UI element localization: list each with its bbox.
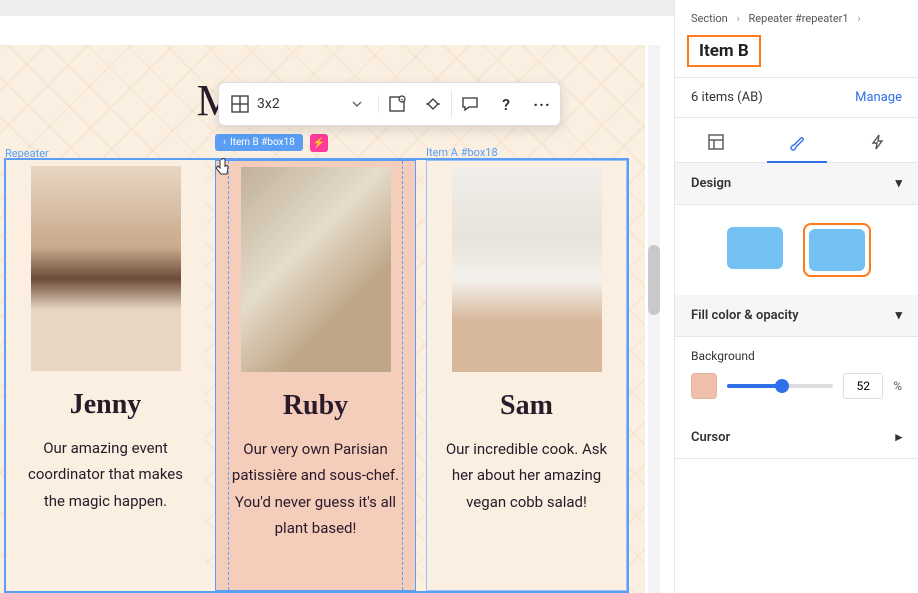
chevron-right-icon: ›	[857, 12, 860, 25]
grid-icon	[231, 95, 249, 113]
card-name: Sam	[500, 390, 553, 422]
photo-sam	[452, 167, 602, 372]
accordion-cursor[interactable]: Cursor ▸	[675, 417, 918, 459]
design-swatch-b[interactable]	[803, 223, 871, 277]
repeater-grid[interactable]: Jenny Our amazing event coordinator that…	[4, 158, 629, 593]
floating-toolbar: 3x2 + ? ···	[218, 82, 561, 126]
breadcrumb[interactable]: Section › Repeater #repeater1 ›	[675, 0, 918, 35]
scrollbar-thumb[interactable]	[648, 245, 660, 315]
card-sam[interactable]: Sam Our incredible cook. Ask her about h…	[426, 160, 627, 591]
card-desc: Our amazing event coordinator that makes…	[18, 435, 193, 514]
help-button[interactable]: ?	[488, 86, 524, 122]
card-desc: Our incredible cook. Ask her about her a…	[439, 436, 614, 515]
design-swatch-a[interactable]	[723, 223, 787, 277]
background-swatch[interactable]	[691, 373, 717, 399]
card-desc: Our very own Parisian patissière and sou…	[228, 436, 403, 541]
tab-interactions[interactable]	[848, 126, 908, 162]
chevron-right-icon: ›	[736, 12, 739, 25]
breadcrumb-item[interactable]: Section	[691, 12, 728, 25]
items-count: 6 items (AB)	[691, 90, 763, 105]
selection-label: Item B	[687, 35, 761, 67]
svg-text:+: +	[401, 98, 404, 104]
bolt-icon	[869, 133, 887, 155]
help-icon: ?	[497, 95, 515, 113]
canvas-scrollbar[interactable]	[648, 45, 660, 593]
container-settings-button[interactable]: +	[379, 86, 415, 122]
accordion-design[interactable]: Design ▾	[675, 163, 918, 205]
inspector-sidebar: Section › Repeater #repeater1 › Item B 6…	[674, 0, 918, 593]
opacity-slider[interactable]	[727, 384, 833, 388]
card-jenny[interactable]: Jenny Our amazing event coordinator that…	[6, 160, 205, 591]
comment-icon	[461, 95, 479, 113]
item-b-tag[interactable]: ‹ Item B #box18	[215, 134, 303, 151]
container-icon: +	[388, 95, 406, 113]
animate-icon	[424, 95, 442, 113]
more-button[interactable]: ···	[524, 86, 560, 122]
inspector-tabs	[675, 118, 918, 163]
photo-ruby	[241, 167, 391, 372]
breadcrumb-item[interactable]: Repeater #repeater1	[749, 12, 849, 25]
opacity-unit: %	[893, 379, 902, 393]
chevron-right-icon: ▸	[895, 430, 902, 445]
chevron-down-icon: ▾	[895, 176, 902, 191]
animation-button[interactable]	[415, 86, 451, 122]
more-icon: ···	[533, 95, 551, 113]
background-label: Background	[691, 349, 902, 363]
bolt-badge[interactable]: ⚡	[310, 134, 328, 152]
cursor-hand-icon	[214, 158, 232, 176]
card-ruby[interactable]: Ruby Our very own Parisian patissière an…	[215, 160, 416, 591]
tab-design[interactable]	[767, 126, 827, 162]
chevron-left-icon: ‹	[223, 137, 226, 148]
chevron-down-icon: ▾	[895, 308, 902, 323]
accordion-fill[interactable]: Fill color & opacity ▾	[675, 295, 918, 337]
design-swatch-row	[675, 205, 918, 295]
comment-button[interactable]	[452, 86, 488, 122]
bolt-icon: ⚡	[313, 138, 325, 149]
card-name: Jenny	[70, 389, 142, 421]
opacity-input[interactable]: 52	[843, 373, 883, 399]
layout-icon	[707, 133, 725, 155]
grid-value: 3x2	[257, 96, 340, 112]
tab-layout[interactable]	[686, 126, 746, 162]
grid-dropdown[interactable]: 3x2	[219, 95, 379, 113]
chevron-down-icon	[348, 95, 366, 113]
manage-link[interactable]: Manage	[855, 90, 902, 105]
photo-jenny	[31, 166, 181, 371]
card-name: Ruby	[283, 390, 348, 422]
brush-icon	[788, 133, 806, 155]
